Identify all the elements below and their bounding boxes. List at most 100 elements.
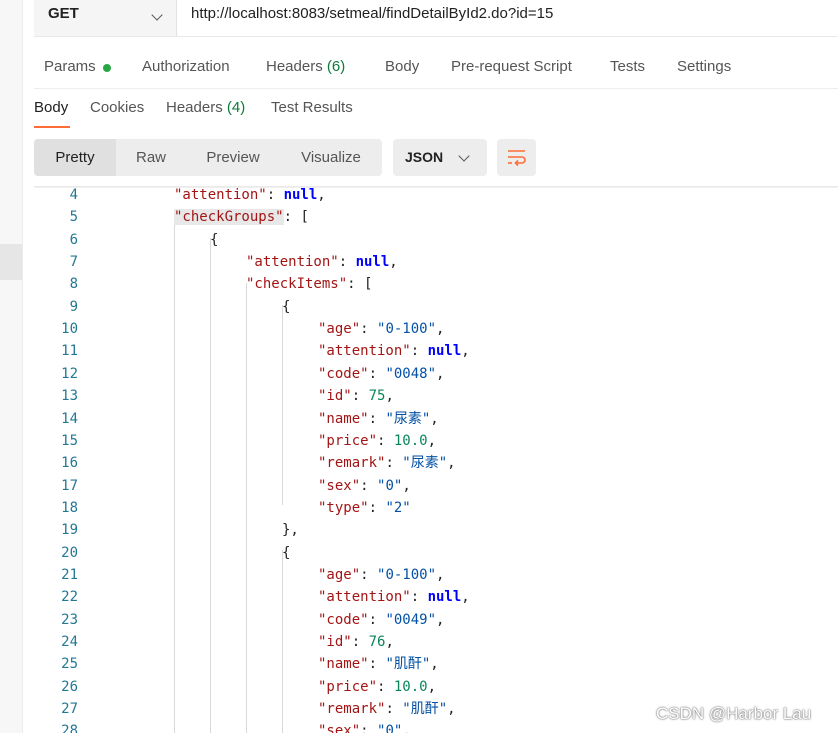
tab-headers[interactable]: Headers (6)	[266, 58, 345, 75]
code-line: 7 "attention": null,	[34, 251, 838, 273]
wrap-lines-button[interactable]	[497, 139, 536, 176]
code-line: 21 "age": "0-100",	[34, 564, 838, 586]
json-value: "0048"	[385, 365, 437, 382]
line-number: 27	[61, 701, 78, 718]
json-value: 10.0	[393, 432, 428, 449]
json-value: 75	[368, 388, 386, 405]
json-comma: ,	[430, 410, 439, 427]
code-text: {	[282, 542, 290, 564]
line-number: 15	[61, 432, 78, 449]
json-key: "id"	[318, 634, 352, 650]
code-line: 4 "attention": null,	[34, 188, 838, 206]
code-text: "price": 10.0,	[318, 676, 436, 698]
view-visualize-button[interactable]: Visualize	[280, 139, 382, 176]
json-value: null	[427, 343, 462, 360]
json-key: "checkGroups"	[174, 209, 284, 226]
tab-prerequest-script[interactable]: Pre-request Script	[451, 58, 572, 75]
url-input[interactable]: http://localhost:8083/setmeal/findDetail…	[191, 5, 553, 22]
response-tabs: Body Cookies Headers (4) Test Results	[34, 88, 838, 129]
json-key: "id"	[318, 388, 352, 405]
json-colon: :	[338, 254, 356, 271]
tab-params[interactable]: Params	[44, 58, 96, 75]
chevron-down-icon	[458, 150, 470, 162]
json-value: null	[355, 254, 390, 271]
code-text: "remark": "肌酐",	[318, 698, 456, 720]
code-text: "id": 76,	[318, 631, 394, 653]
method-select[interactable]: GET	[34, 0, 177, 36]
code-line: 25 "name": "肌酐",	[34, 653, 838, 675]
json-key: "remark"	[318, 701, 386, 718]
view-pretty-button[interactable]: Pretty	[34, 139, 116, 176]
json-key: "age"	[318, 566, 361, 583]
code-text: "checkGroups": [	[174, 206, 309, 228]
code-text: "age": "0-100",	[318, 318, 444, 340]
code-line: 18 "type": "2"	[34, 497, 838, 519]
sidebar-selected-item[interactable]	[0, 244, 22, 280]
json-key: "attention"	[246, 254, 339, 271]
tab-settings[interactable]: Settings	[677, 58, 731, 75]
response-tab-test-results[interactable]: Test Results	[271, 99, 353, 116]
json-value: 76	[368, 634, 386, 650]
code-line: 8 "checkItems": [	[34, 273, 838, 295]
json-colon: :	[360, 566, 378, 583]
json-key: "code"	[318, 365, 369, 382]
json-comma: ,	[436, 365, 445, 382]
code-text: "price": 10.0,	[318, 430, 436, 452]
line-number: 10	[61, 321, 78, 338]
active-tab-underline	[34, 126, 70, 128]
json-comma: ,	[461, 589, 470, 606]
code-text: "sex": "0",	[318, 475, 411, 497]
json-colon: :	[266, 188, 284, 203]
json-key: "code"	[318, 611, 369, 628]
tab-tests[interactable]: Tests	[610, 58, 645, 75]
json-colon: :	[351, 388, 369, 405]
json-bracket: {	[282, 298, 291, 315]
response-tab-headers[interactable]: Headers (4)	[166, 99, 245, 116]
json-colon: :	[377, 678, 394, 695]
response-tab-cookies[interactable]: Cookies	[90, 99, 144, 116]
code-text: "name": "尿素",	[318, 408, 439, 430]
line-number: 24	[61, 634, 78, 650]
json-comma: ,	[317, 188, 326, 203]
code-text: {	[282, 296, 290, 318]
json-colon: :	[368, 611, 386, 628]
code-text: "checkItems": [	[246, 273, 372, 295]
json-value: "肌酐"	[385, 656, 431, 673]
line-number: 11	[61, 343, 78, 360]
view-raw-button[interactable]: Raw	[116, 139, 186, 176]
line-number: 7	[69, 254, 78, 271]
url-bar: GET http://localhost:8083/setmeal/findDe…	[34, 0, 838, 37]
line-number: 12	[61, 365, 78, 382]
view-preview-button[interactable]: Preview	[186, 139, 280, 176]
json-value: "0049"	[385, 611, 437, 628]
json-value: "尿素"	[402, 455, 448, 472]
json-key: "name"	[318, 410, 369, 427]
params-status-dot-icon	[103, 64, 111, 72]
line-number: 20	[61, 544, 78, 561]
json-colon: :	[368, 656, 386, 673]
json-comma: ,	[436, 566, 445, 583]
json-bracket: {	[210, 231, 219, 248]
json-bracket: },	[282, 522, 299, 539]
tab-body[interactable]: Body	[385, 58, 419, 75]
json-comma: ,	[461, 343, 470, 360]
json-colon: :	[385, 701, 403, 718]
tab-authorization[interactable]: Authorization	[142, 58, 230, 75]
tab-headers-count: (6)	[326, 58, 346, 75]
json-value: "0-100"	[377, 566, 437, 583]
json-bracket: [	[364, 276, 373, 293]
json-colon: :	[283, 209, 301, 226]
json-key: "checkItems"	[246, 276, 348, 293]
format-select[interactable]: JSON	[393, 139, 487, 176]
code-text: {	[210, 229, 218, 251]
code-text: "attention": null,	[318, 340, 470, 362]
response-tab-body[interactable]: Body	[34, 99, 68, 116]
json-colon: :	[368, 365, 386, 382]
json-value: "肌酐"	[402, 701, 448, 718]
json-response-editor[interactable]: 4 "attention": null, 5 "checkGroups": [6{7 "…	[34, 188, 838, 733]
json-key: "name"	[318, 656, 369, 673]
line-number: 4	[69, 188, 78, 203]
wrap-lines-icon	[508, 150, 526, 167]
line-number: 16	[61, 455, 78, 472]
code-line: 20 {	[34, 542, 838, 564]
